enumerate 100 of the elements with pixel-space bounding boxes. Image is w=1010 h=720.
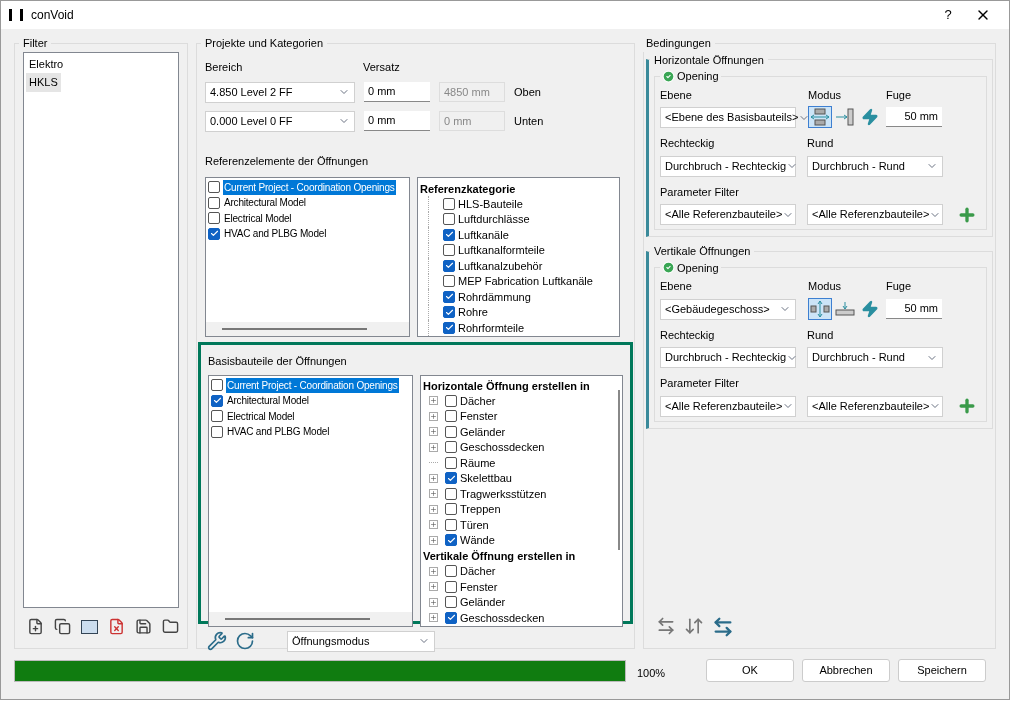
tree-item[interactable]: Dächer	[460, 563, 496, 580]
delete-file-icon[interactable]	[108, 617, 125, 635]
expand-icon[interactable]	[429, 582, 438, 592]
tree-item[interactable]: Luftkanalformteile	[458, 242, 545, 259]
checkbox[interactable]	[445, 534, 457, 547]
tree-item[interactable]: Fenster	[460, 408, 498, 425]
checkbox[interactable]	[443, 244, 455, 257]
wrench-icon[interactable]	[207, 631, 227, 651]
checkbox[interactable]	[445, 394, 457, 407]
mode-dropdown[interactable]: Öffnungsmodus	[287, 630, 435, 652]
filter-dropdown[interactable]: <Alle Referenzbauteile>	[660, 395, 796, 417]
expand-icon[interactable]	[429, 473, 438, 483]
checkbox[interactable]	[445, 580, 457, 593]
checkbox[interactable]	[443, 213, 455, 226]
expand-icon[interactable]	[429, 566, 438, 576]
tree-item[interactable]: HLS-Bauteile	[458, 195, 523, 212]
checkbox[interactable]	[443, 197, 455, 210]
tree-item[interactable]: Dächer	[460, 392, 496, 409]
expand-icon[interactable]	[429, 411, 438, 421]
checkbox[interactable]	[443, 290, 455, 303]
tree-item[interactable]: Rohrformteile	[458, 319, 525, 336]
list-item[interactable]: HKLS	[26, 73, 61, 92]
add-icon[interactable]	[957, 396, 977, 416]
level-dropdown[interactable]: 4.850 Level 2 FF	[205, 81, 355, 103]
list-item[interactable]: Current Project - Coordination Openings	[226, 377, 399, 393]
checkbox[interactable]	[208, 196, 220, 209]
expand-icon[interactable]	[429, 504, 438, 514]
mode-icon[interactable]	[808, 297, 832, 320]
expand-icon[interactable]	[429, 489, 438, 499]
expand-icon[interactable]	[429, 396, 438, 406]
mode-icon[interactable]	[833, 106, 857, 128]
swap-icon[interactable]	[712, 616, 734, 638]
list-item[interactable]: Architectural Model	[223, 195, 307, 211]
checkbox[interactable]	[211, 425, 223, 438]
save-icon[interactable]	[135, 617, 152, 635]
tree-item[interactable]: Geländer	[460, 423, 506, 440]
expand-icon[interactable]	[429, 427, 438, 437]
tree-item[interactable]: Räume	[460, 454, 496, 471]
list-item[interactable]: HVAC and PLBG Model	[223, 226, 328, 242]
expand-icon[interactable]	[429, 597, 438, 607]
filter-dropdown[interactable]: <Alle Referenzbauteile>	[807, 204, 943, 225]
round-dropdown[interactable]: Durchbruch - Rund	[807, 155, 943, 177]
help-button[interactable]: ?	[931, 5, 965, 25]
scrollbar[interactable]	[618, 389, 620, 550]
checkbox[interactable]	[445, 441, 457, 454]
tree-item[interactable]: Fenster	[460, 578, 498, 595]
tree-item[interactable]: Skelettbau	[460, 470, 512, 487]
filter-list[interactable]: Elektro HKLS	[23, 51, 179, 608]
checkbox[interactable]	[445, 425, 457, 438]
checkbox[interactable]	[211, 410, 223, 423]
checkbox[interactable]	[443, 321, 455, 334]
rectangle-dropdown[interactable]: Durchbruch - Rechteckig	[660, 155, 796, 177]
level-dropdown[interactable]: 0.000 Level 0 FF	[205, 110, 355, 132]
new-file-icon[interactable]	[27, 617, 44, 635]
expand-icon[interactable]	[429, 535, 438, 545]
rectangle-dropdown[interactable]: Durchbruch - Rechteckig	[660, 347, 796, 368]
filter-dropdown[interactable]: <Alle Referenzbauteile>	[660, 204, 796, 225]
expand-icon[interactable]	[429, 520, 438, 530]
round-dropdown[interactable]: Durchbruch - Rund	[807, 347, 943, 368]
tree-item[interactable]: Luftdurchlässe	[458, 211, 530, 228]
list-item[interactable]: HVAC and PLBG Model	[226, 424, 331, 440]
horizontal-swap-icon[interactable]	[656, 616, 676, 636]
checkbox[interactable]	[443, 228, 455, 241]
scrollbar[interactable]	[206, 321, 409, 336]
list-item[interactable]: Electrical Model	[223, 210, 293, 226]
checkbox[interactable]	[443, 306, 455, 319]
checkbox[interactable]	[211, 394, 223, 407]
checkbox[interactable]	[445, 487, 457, 500]
checkbox[interactable]	[208, 212, 220, 225]
gap-field[interactable]: 50 mm	[886, 107, 942, 127]
tree-item[interactable]: Geschossdecken	[460, 439, 545, 456]
expand-icon[interactable]	[429, 442, 438, 452]
checkbox[interactable]	[443, 275, 455, 288]
list-item[interactable]: Architectural Model	[226, 393, 310, 409]
checkbox[interactable]	[445, 456, 457, 469]
level-dropdown[interactable]: <Gebäudegeschoss>	[660, 298, 796, 320]
checkbox[interactable]	[211, 379, 223, 392]
tree-item[interactable]: MEP Fabrication Luftkanäle	[458, 273, 593, 290]
tree-item[interactable]: Tragwerksstützen	[460, 485, 547, 502]
tree-item[interactable]: Rohre	[458, 304, 488, 321]
tree-item[interactable]: Luftkanäle	[458, 226, 509, 243]
refresh-icon[interactable]	[235, 631, 255, 651]
checkbox[interactable]	[445, 611, 457, 624]
tree-item[interactable]: Geschossdecken	[460, 609, 545, 626]
tree-item[interactable]: Rohrdämmung	[458, 288, 531, 305]
list-item[interactable]: Elektro	[26, 54, 67, 73]
list-item[interactable]: Current Project - Coordination Openings	[223, 179, 396, 195]
filter-dropdown[interactable]: <Alle Referenzbauteile>	[807, 395, 943, 417]
tree-item[interactable]: Geländer	[460, 594, 506, 611]
folder-icon[interactable]	[162, 617, 179, 635]
category-tree[interactable]: Horizontale Öffnung erstellen in Dächer Fenster Geländer Geschossdecken Räume Skelettbau Tragwerksstützen Treppen Türen Wände Vertikale Öffnung erstellen in Dächer Fenster Geländer Geschossdecken	[420, 374, 623, 627]
offset-field[interactable]: 0 mm	[364, 82, 430, 102]
checkbox[interactable]	[445, 410, 457, 423]
expand-icon[interactable]	[429, 613, 438, 623]
dialog-button[interactable]: Abbrechen	[802, 659, 890, 682]
category-list[interactable]: Referenzkategorie HLS-Bauteile Luftdurchlässe Luftkanäle Luftkanalformteile Luftkanalzubehör MEP Fabrication Luftkanäle Rohrdämmung Rohre Rohrformteile	[417, 176, 620, 337]
model-list[interactable]: Current Project - Coordination Openings Architectural Model Electrical Model HVAC and PLBG Model	[208, 374, 413, 627]
checkbox[interactable]	[208, 227, 220, 240]
scrollbar[interactable]	[209, 611, 412, 626]
checkbox[interactable]	[445, 472, 457, 485]
